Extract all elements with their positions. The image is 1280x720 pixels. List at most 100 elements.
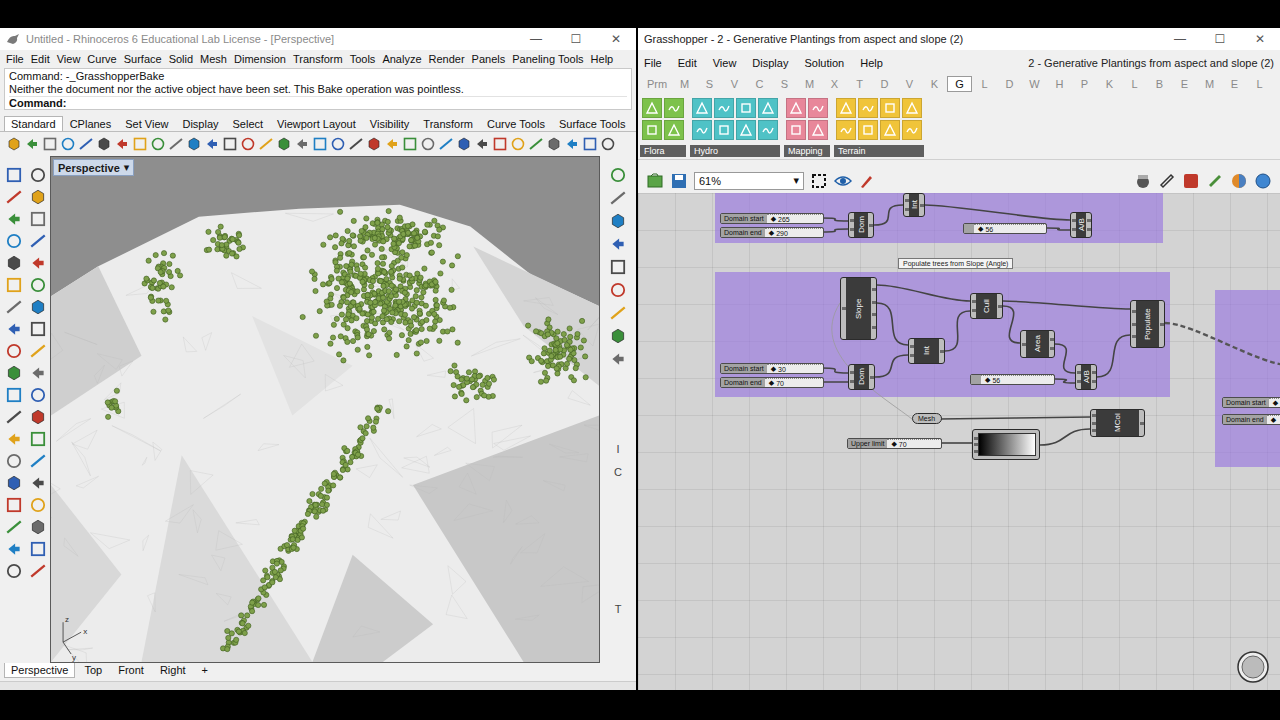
input-port[interactable] xyxy=(1022,343,1026,346)
menu-item[interactable]: Tools xyxy=(350,53,376,65)
component-icon[interactable] xyxy=(664,98,684,118)
tool-icon[interactable] xyxy=(5,364,23,382)
component-icon[interactable] xyxy=(836,98,856,118)
tool-icon[interactable] xyxy=(609,304,627,322)
component-node[interactable]: Dom xyxy=(848,212,874,238)
component-tab[interactable]: M xyxy=(672,76,697,92)
gradient-preview[interactable] xyxy=(978,433,1036,456)
toolbar-tab[interactable]: Curve Tools xyxy=(480,116,552,131)
output-port[interactable] xyxy=(869,224,873,227)
grasshopper-canvas[interactable]: Populate trees from Slope (Angle)Domain … xyxy=(638,193,1280,690)
number-slider[interactable]: Domain end◆70 xyxy=(720,377,824,388)
menu-item[interactable]: View xyxy=(713,57,737,69)
component-tab[interactable]: Prm xyxy=(642,76,672,92)
menu-item[interactable]: Solution xyxy=(804,57,844,69)
slider-track[interactable]: ◆290 xyxy=(765,228,823,237)
component-node[interactable]: Slope xyxy=(840,277,877,340)
menu-item[interactable]: Mesh xyxy=(200,53,227,65)
number-slider[interactable]: ◆56 xyxy=(970,374,1055,385)
tool-icon[interactable] xyxy=(5,474,23,492)
tool-icon[interactable] xyxy=(5,276,23,294)
tool-icon[interactable] xyxy=(564,136,580,152)
menu-item[interactable]: View xyxy=(57,53,81,65)
output-port[interactable] xyxy=(1087,228,1091,231)
slider-grip[interactable]: ◆ xyxy=(985,376,990,384)
tool-icon[interactable] xyxy=(528,136,544,152)
output-port[interactable] xyxy=(940,350,944,353)
tool-icon[interactable] xyxy=(114,136,130,152)
slider-track[interactable]: ◆265 xyxy=(767,214,823,223)
menu-item[interactable]: File xyxy=(6,53,24,65)
tool-icon[interactable] xyxy=(609,166,627,184)
component-tab[interactable]: M xyxy=(1197,76,1222,92)
shaded-preview-icon[interactable] xyxy=(1182,172,1200,190)
number-slider[interactable]: Domain end◆290 xyxy=(720,227,824,238)
slider-track[interactable]: ◆ xyxy=(1267,415,1280,424)
output-port[interactable] xyxy=(1050,347,1054,350)
command-prompt[interactable]: Command: xyxy=(9,96,627,110)
slider-grip[interactable]: ◆ xyxy=(891,440,896,448)
component-icon[interactable] xyxy=(758,120,778,140)
component-tab[interactable]: P xyxy=(1072,76,1097,92)
input-port[interactable] xyxy=(910,354,914,357)
component-tab[interactable]: H xyxy=(1047,76,1072,92)
slider-grip[interactable]: ◆ xyxy=(769,229,774,237)
menu-item[interactable]: Edit xyxy=(678,57,697,69)
input-port[interactable] xyxy=(974,437,978,440)
tool-icon[interactable] xyxy=(29,320,47,338)
input-port[interactable] xyxy=(910,345,914,348)
component-tab[interactable]: E xyxy=(1172,76,1197,92)
tool-icon[interactable] xyxy=(29,540,47,558)
menu-item[interactable]: Curve xyxy=(87,53,116,65)
component-icon[interactable] xyxy=(758,98,778,118)
tool-icon[interactable] xyxy=(456,136,472,152)
component-icon[interactable] xyxy=(642,120,662,140)
open-file-icon[interactable] xyxy=(646,172,664,190)
add-viewport-button[interactable]: + xyxy=(195,663,215,678)
display-sphere-icon[interactable] xyxy=(1254,172,1272,190)
viewport-tab[interactable]: Top xyxy=(77,663,109,678)
tool-icon[interactable] xyxy=(240,136,256,152)
output-port[interactable] xyxy=(920,204,924,207)
input-port[interactable] xyxy=(1092,429,1096,432)
preview-mode-icon[interactable] xyxy=(1134,172,1152,190)
component-tab[interactable]: S xyxy=(772,76,797,92)
input-port[interactable] xyxy=(972,309,976,312)
component-node[interactable]: Int xyxy=(903,193,925,217)
component-icon[interactable] xyxy=(714,98,734,118)
canvas-widget-icon[interactable] xyxy=(1236,650,1270,684)
tool-icon[interactable] xyxy=(609,235,627,253)
toolbar-tab[interactable]: Standard xyxy=(4,116,63,131)
component-node[interactable]: Populate xyxy=(1130,300,1165,348)
tool-icon[interactable] xyxy=(5,254,23,272)
tool-icon[interactable] xyxy=(29,386,47,404)
component-tab[interactable]: W xyxy=(1022,76,1047,92)
menu-item[interactable]: Help xyxy=(860,57,883,69)
component-tab[interactable]: K xyxy=(922,76,947,92)
toolbar-tab[interactable]: Visibility xyxy=(363,116,417,131)
viewport-tab[interactable]: Front xyxy=(111,663,151,678)
slider-track[interactable]: ◆56 xyxy=(981,375,1054,384)
tool-icon[interactable] xyxy=(609,189,627,207)
menu-item[interactable]: Display xyxy=(752,57,788,69)
component-tab[interactable]: E xyxy=(1222,76,1247,92)
perspective-viewport[interactable]: xyzPerspective▾ xyxy=(50,156,600,663)
tool-icon[interactable] xyxy=(29,298,47,316)
tool-icon[interactable] xyxy=(29,210,47,228)
tool-icon[interactable] xyxy=(5,232,23,250)
menu-item[interactable]: Panels xyxy=(472,53,506,65)
tool-icon[interactable] xyxy=(5,298,23,316)
component-tab[interactable]: D xyxy=(997,76,1022,92)
tool-icon[interactable] xyxy=(474,136,490,152)
component-group[interactable] xyxy=(1215,290,1280,467)
toolbar-tab[interactable]: Set View xyxy=(118,116,175,131)
component-node[interactable]: Area xyxy=(1020,330,1055,358)
tool-icon[interactable] xyxy=(5,320,23,338)
tool-icon[interactable] xyxy=(5,496,23,514)
slider-grip[interactable]: ◆ xyxy=(1271,416,1276,424)
save-icon[interactable] xyxy=(670,172,688,190)
tool-icon[interactable] xyxy=(5,210,23,228)
menu-item[interactable]: Transform xyxy=(293,53,343,65)
slider-grip[interactable]: ◆ xyxy=(769,379,774,387)
component-tab[interactable]: D xyxy=(872,76,897,92)
